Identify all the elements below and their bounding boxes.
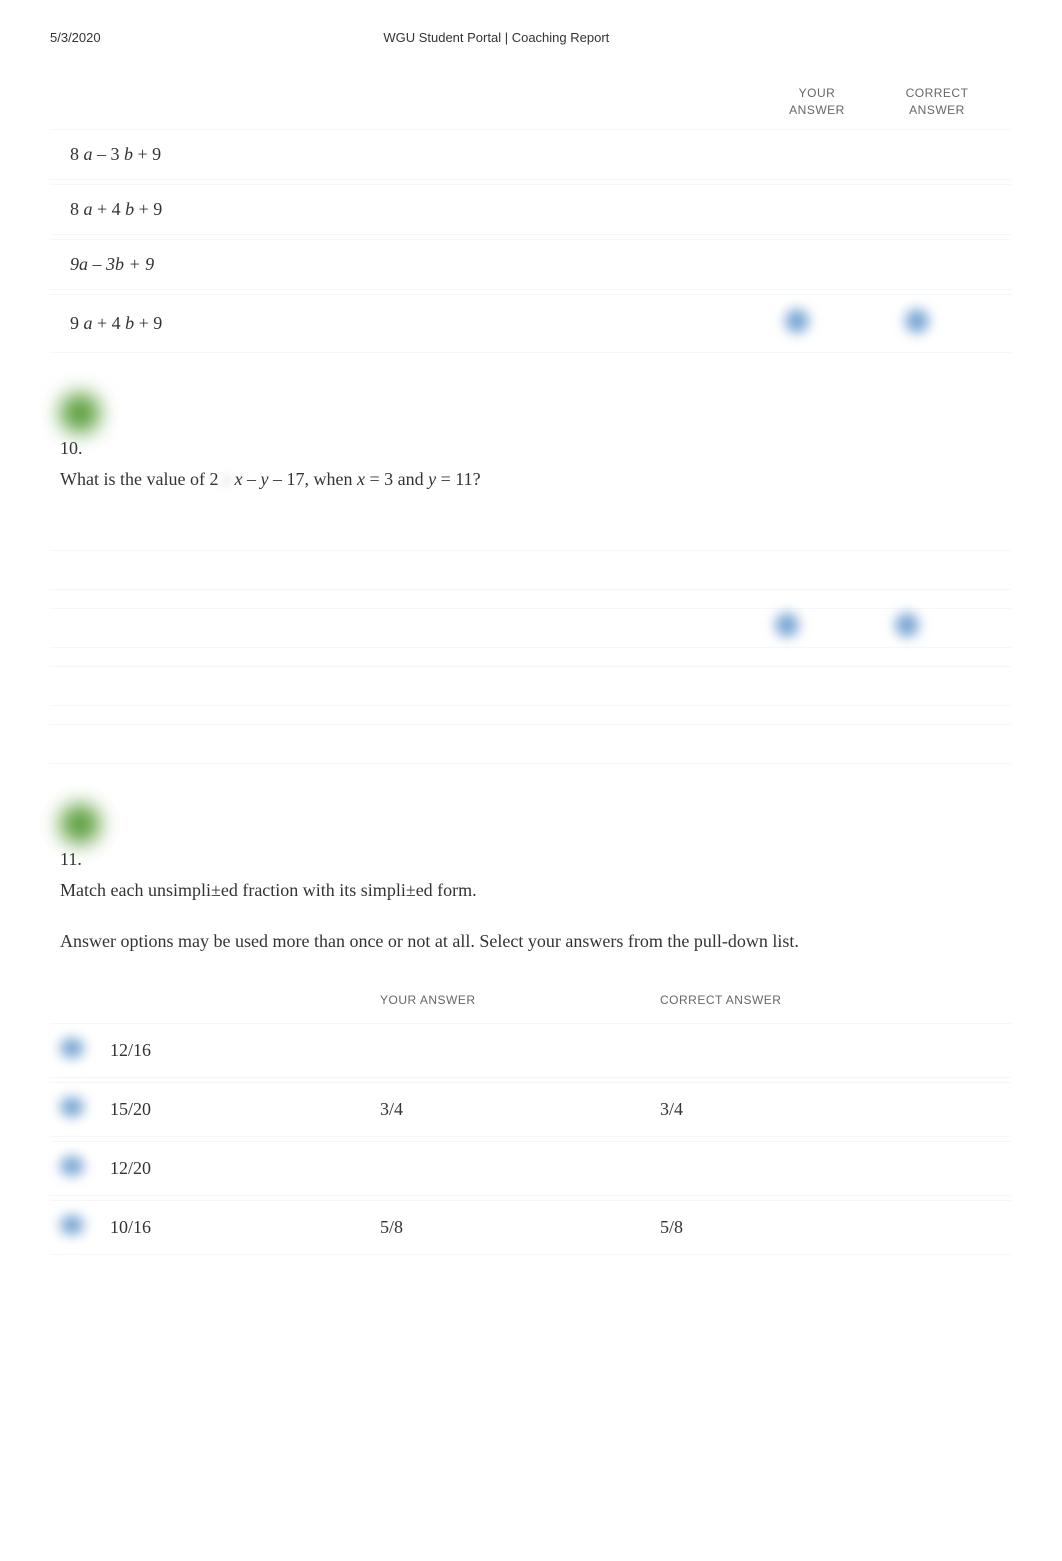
- unsimplified-fraction: 10/16: [110, 1217, 380, 1238]
- unsimplified-fraction: 12/16: [110, 1040, 380, 1061]
- correct-answer-marker: [905, 309, 929, 333]
- question-11: 11. Match each unsimpli±ed fraction with…: [50, 804, 1012, 1256]
- option-text: 8 a – 3 b + 9: [70, 144, 752, 165]
- correct-answer-header: CORRECT ANSWER: [660, 992, 1012, 1009]
- your-answer-header: YOUR ANSWER: [772, 85, 862, 119]
- question-text: What is the value of 2 2 x – y – 17, whe…: [60, 469, 1012, 490]
- unsimplified-fraction: 12/20: [110, 1158, 380, 1179]
- your-answer-cell[interactable]: 3/4: [380, 1099, 660, 1120]
- answer-option[interactable]: 8 a – 3 b + 9: [50, 129, 1012, 180]
- answer-option[interactable]: 9 a + 4 b + 9: [50, 294, 1012, 353]
- question-prompt: Match each unsimpli±ed fraction with its…: [60, 880, 1012, 901]
- q11-column-headers: YOUR ANSWER CORRECT ANSWER: [50, 992, 1012, 1009]
- q9-options: 8 a – 3 b + 9 8 a + 4 b + 9 9a – 3b + 9 …: [50, 129, 1012, 353]
- q11-rows: 12/16 15/20 3/4 3/4 12/20 10/16 5/8 5/8: [50, 1023, 1012, 1255]
- row-status-icon: [60, 1038, 84, 1058]
- your-answer-marker: [775, 613, 799, 637]
- answer-option[interactable]: [50, 550, 1012, 590]
- row-status-icon: [60, 1156, 84, 1176]
- correct-answer-cell: 3/4: [660, 1099, 1002, 1120]
- row-status-icon: [60, 1215, 84, 1235]
- question-number: 10.: [60, 438, 1012, 459]
- answer-option[interactable]: 9a – 3b + 9: [50, 239, 1012, 290]
- answer-option[interactable]: [50, 724, 1012, 764]
- question-note: Answer options may be used more than onc…: [60, 931, 1012, 952]
- question-number: 11.: [60, 849, 1012, 870]
- q10-options: [50, 550, 1012, 764]
- correct-answer-cell: 5/8: [660, 1217, 1002, 1238]
- answer-column-headers: YOUR ANSWER CORRECT ANSWER: [50, 85, 1012, 119]
- your-answer-header: YOUR ANSWER: [380, 992, 660, 1009]
- answer-option[interactable]: 8 a + 4 b + 9: [50, 184, 1012, 235]
- row-status-icon: [60, 1097, 84, 1117]
- answer-option[interactable]: [50, 666, 1012, 706]
- page-header: 5/3/2020 WGU Student Portal | Coaching R…: [50, 30, 1012, 45]
- status-correct-icon: [60, 393, 100, 433]
- your-answer-marker: [785, 309, 809, 333]
- header-title: WGU Student Portal | Coaching Report: [41, 30, 952, 45]
- option-text: 9 a + 4 b + 9: [70, 313, 752, 334]
- unsimplified-fraction: 15/20: [110, 1099, 380, 1120]
- match-row: 10/16 5/8 5/8: [50, 1200, 1012, 1255]
- correct-answer-marker: [895, 613, 919, 637]
- your-answer-cell[interactable]: 5/8: [380, 1217, 660, 1238]
- question-10: 10. What is the value of 2 2 x – y – 17,…: [50, 393, 1012, 764]
- match-row: 15/20 3/4 3/4: [50, 1082, 1012, 1137]
- correct-answer-header: CORRECT ANSWER: [892, 85, 982, 119]
- option-text: 8 a + 4 b + 9: [70, 199, 752, 220]
- match-row: 12/16: [50, 1023, 1012, 1078]
- answer-option[interactable]: [50, 608, 1012, 648]
- status-correct-icon: [60, 804, 100, 844]
- option-text: 9a – 3b + 9: [70, 254, 752, 275]
- match-row: 12/20: [50, 1141, 1012, 1196]
